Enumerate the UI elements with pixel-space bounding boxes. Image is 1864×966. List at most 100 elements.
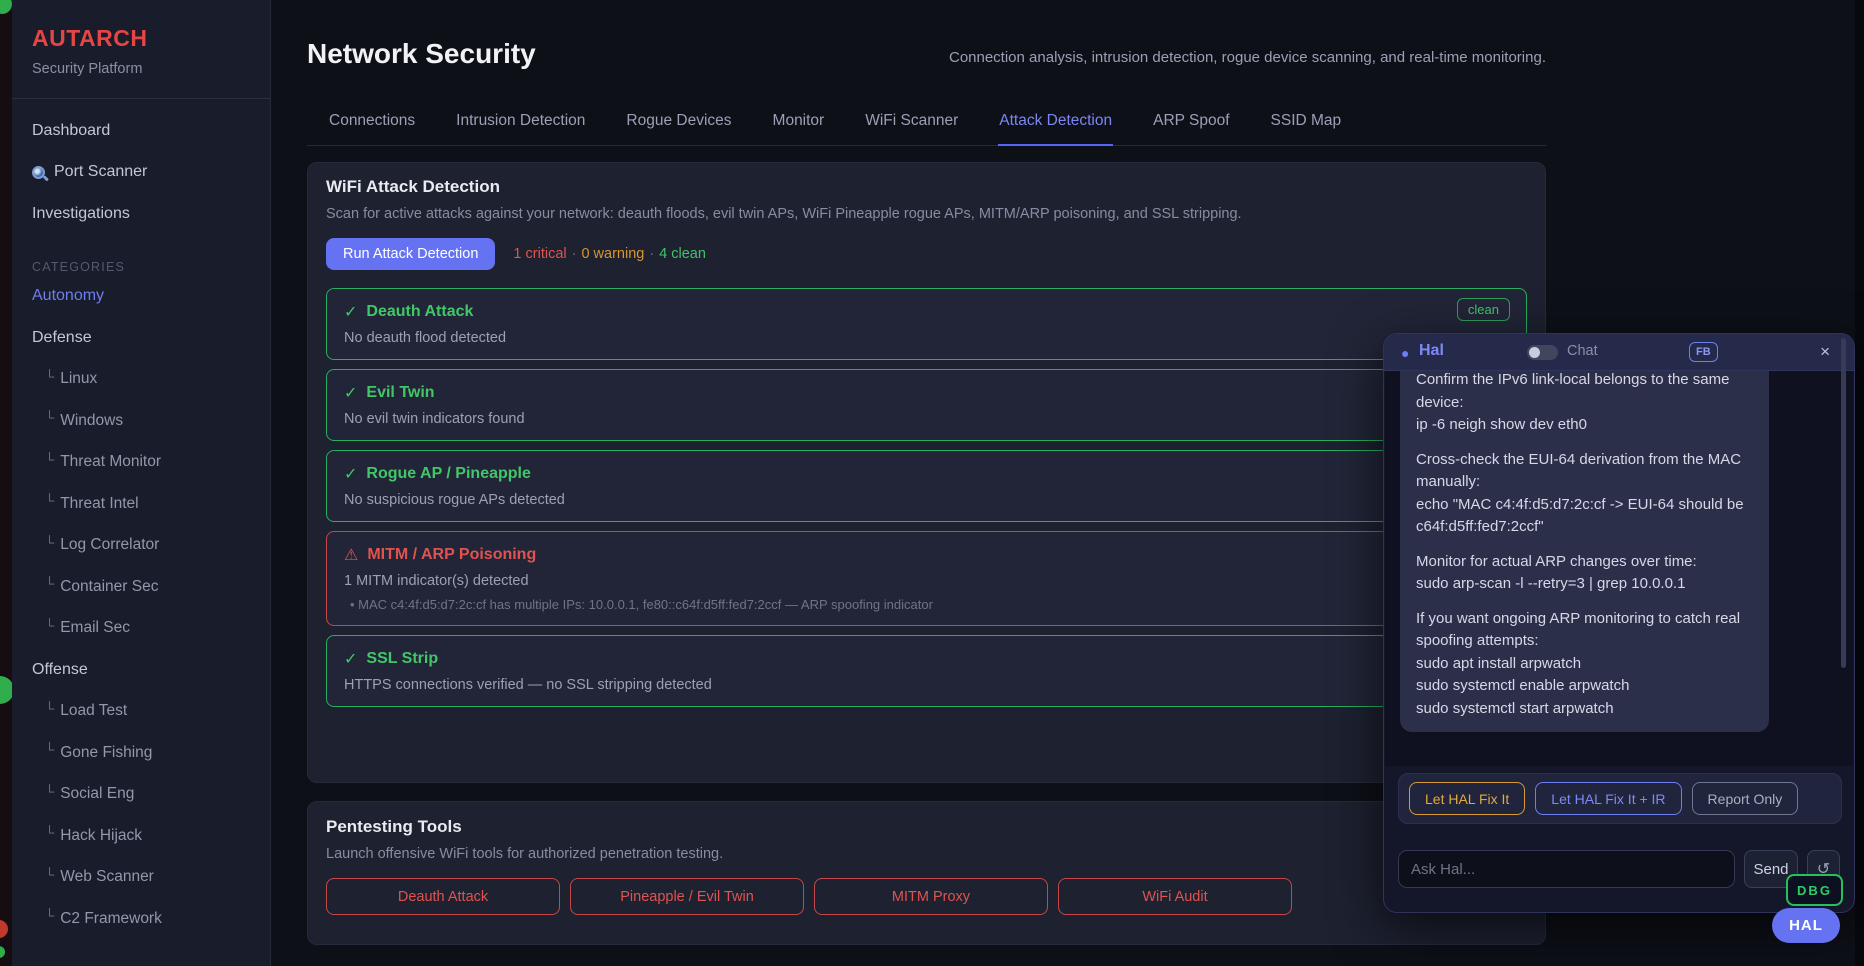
tree-branch-glyph: └ — [45, 784, 54, 799]
result-card-header: ✓Rogue AP / Pineapple — [344, 464, 1509, 484]
sidebar-item-windows[interactable]: └ Windows — [32, 400, 252, 442]
sidebar-divider — [12, 98, 270, 99]
summary-warning-count: 0 warning — [581, 246, 644, 262]
sidebar-item-threat-intel[interactable]: └Threat Intel — [32, 483, 252, 525]
sidebar-item-port-scanner[interactable]: Port Scanner — [32, 152, 252, 194]
tree-branch-glyph: └ — [45, 908, 54, 923]
result-card-rogue-ap-pineapple: ✓Rogue AP / Pineapple No suspicious rogue… — [326, 450, 1527, 522]
tab-monitor[interactable]: Monitor — [772, 105, 826, 145]
close-icon[interactable]: × — [1820, 342, 1830, 362]
sidebar-item-email-sec[interactable]: └Email Sec — [32, 608, 252, 650]
sidebar-category-label: Offense — [32, 661, 88, 679]
brand-logo: AUTARCH — [32, 25, 252, 52]
sidebar-item-web-scanner[interactable]: └ Web Scanner — [32, 857, 252, 899]
check-icon: ✓ — [344, 383, 357, 403]
tab-rogue-devices[interactable]: Rogue Devices — [625, 105, 732, 145]
chat-message-bubble: Confirm the IPv6 link-local belongs to t… — [1400, 371, 1769, 732]
tree-branch-glyph: └ — [45, 493, 54, 508]
pentest-button-pineapple-evil-twin[interactable]: Pineapple / Evil Twin — [570, 878, 804, 915]
result-detail: 1 MITM indicator(s) detected — [344, 573, 1509, 589]
chat-action-let-hal-fix-it[interactable]: Let HAL Fix It — [1409, 782, 1525, 815]
sidebar-item-linux[interactable]: └Linux — [32, 359, 252, 401]
dbg-badge[interactable]: DBG — [1786, 874, 1843, 906]
result-title: MITM / ARP Poisoning — [367, 546, 536, 564]
chat-action-report-only[interactable]: Report Only — [1692, 782, 1799, 815]
chat-message-line: sudo systemctl start arpwatch — [1416, 698, 1753, 721]
sidebar-item-threat-monitor[interactable]: └ Threat Monitor — [32, 442, 252, 484]
attack-results-list: ✓Deauth AttackNo deauth flood detectedcl… — [326, 288, 1527, 707]
tree-branch-glyph: └ — [45, 867, 54, 882]
sidebar-item-label: Log Correlator — [60, 536, 159, 554]
sidebar-item-gone-fishing[interactable]: └Gone Fishing — [32, 732, 252, 774]
ask-hal-input[interactable] — [1398, 850, 1735, 888]
chat-message-line: Monitor for actual ARP changes over time… — [1416, 551, 1753, 574]
pentest-button-wifi-audit[interactable]: WiFi Audit — [1058, 878, 1292, 915]
sidebar-category-label: Autonomy — [32, 287, 104, 305]
hal-launcher-button[interactable]: HAL — [1772, 908, 1840, 943]
sidebar-nav: DashboardPort Scanner Investigations — [32, 110, 252, 235]
result-indicator-bullet: • MAC c4:4f:d5:d7:2c:cf has multiple IPs… — [344, 597, 1509, 612]
tree-branch-glyph: └ — [45, 825, 54, 840]
result-card-header: ✓Deauth Attack — [344, 302, 1509, 322]
sidebar-category-autonomy[interactable]: Autonomy — [32, 276, 252, 318]
sidebar-item-load-test[interactable]: └Load Test — [32, 691, 252, 733]
tree-branch-glyph: └ — [45, 618, 54, 633]
tab-ssid-map[interactable]: SSID Map — [1270, 105, 1343, 145]
sidebar-item-container-sec[interactable]: └Container Sec — [32, 566, 252, 608]
result-title: Evil Twin — [366, 384, 434, 402]
tree-branch-glyph: └ — [45, 535, 54, 550]
chat-message-line: ip -6 neigh show dev eth0 — [1416, 414, 1753, 437]
desktop-green-dot — [0, 676, 12, 704]
sidebar-item-label: Social Eng — [60, 785, 134, 803]
chat-message-line: Confirm the IPv6 link-local belongs to t… — [1416, 371, 1753, 414]
chat-scrollbar[interactable] — [1841, 338, 1846, 668]
attack-panel-title: WiFi Attack Detection — [326, 177, 1527, 197]
search-icon — [32, 166, 45, 179]
sidebar-category-defense[interactable]: Defense — [32, 317, 252, 359]
page-right-gutter — [1855, 0, 1864, 966]
pentest-button-deauth-attack[interactable]: Deauth Attack — [326, 878, 560, 915]
result-detail: No suspicious rogue APs detected — [344, 492, 1509, 508]
sidebar-item-log-correlator[interactable]: └ Log Correlator — [32, 525, 252, 567]
summary-clean-count: 4 clean — [659, 246, 706, 262]
desktop-edge-strip — [0, 0, 12, 966]
tab-intrusion-detection[interactable]: Intrusion Detection — [455, 105, 586, 145]
result-card-header: ⚠MITM / ARP Poisoning — [344, 545, 1509, 565]
sidebar-item-investigations[interactable]: Investigations — [32, 193, 252, 235]
sidebar-item-label: Web Scanner — [60, 868, 154, 886]
tab-wifi-scanner[interactable]: WiFi Scanner — [864, 105, 959, 145]
status-dot-icon: ● — [1401, 345, 1409, 361]
tab-arp-spoof[interactable]: ARP Spoof — [1152, 105, 1230, 145]
run-attack-detection-button[interactable]: Run Attack Detection — [326, 238, 495, 270]
sidebar-item-label: C2 Framework — [60, 910, 162, 928]
chat-action-let-hal-fix-it-ir[interactable]: Let HAL Fix It + IR — [1535, 782, 1681, 815]
tree-branch-glyph: └ — [45, 452, 54, 467]
sidebar-item-label: Investigations — [32, 205, 130, 223]
tab-connections[interactable]: Connections — [328, 105, 416, 145]
chat-mode-label: Chat — [1567, 343, 1598, 359]
sidebar-item-c2-framework[interactable]: └ C2 Framework — [32, 898, 252, 940]
sidebar: AUTARCH Security Platform DashboardPort … — [12, 0, 271, 966]
sidebar-item-social-eng[interactable]: └ Social Eng — [32, 774, 252, 816]
sidebar-item-dashboard[interactable]: Dashboard — [32, 110, 252, 152]
pentest-button-mitm-proxy[interactable]: MITM Proxy — [814, 878, 1048, 915]
pentest-panel-description: Launch offensive WiFi tools for authoriz… — [326, 846, 1527, 862]
sidebar-section-label: CATEGORIES — [32, 260, 252, 276]
sidebar-item-hack-hijack[interactable]: └Hack Hijack — [32, 815, 252, 857]
check-icon: ✓ — [344, 649, 357, 669]
pentesting-tools-panel: Pentesting Tools Launch offensive WiFi t… — [307, 801, 1546, 945]
fb-badge[interactable]: FB — [1689, 342, 1718, 362]
sidebar-item-label: Threat Monitor — [60, 453, 161, 471]
pentest-panel-title: Pentesting Tools — [326, 817, 1527, 837]
result-card-header: ✓SSL Strip — [344, 649, 1509, 669]
result-detail: HTTPS connections verified — no SSL stri… — [344, 677, 1509, 693]
sidebar-item-label: Linux — [60, 370, 97, 388]
result-title: Deauth Attack — [366, 303, 473, 321]
summary-separator: · — [567, 246, 582, 262]
sidebar-item-label: Windows — [60, 412, 123, 430]
tree-branch-glyph: └ — [45, 410, 54, 425]
chat-message-line: sudo systemctl enable arpwatch — [1416, 675, 1753, 698]
tab-attack-detection[interactable]: Attack Detection — [998, 105, 1113, 146]
sidebar-category-offense[interactable]: Offense — [32, 649, 252, 691]
chat-mode-toggle[interactable] — [1527, 345, 1558, 360]
